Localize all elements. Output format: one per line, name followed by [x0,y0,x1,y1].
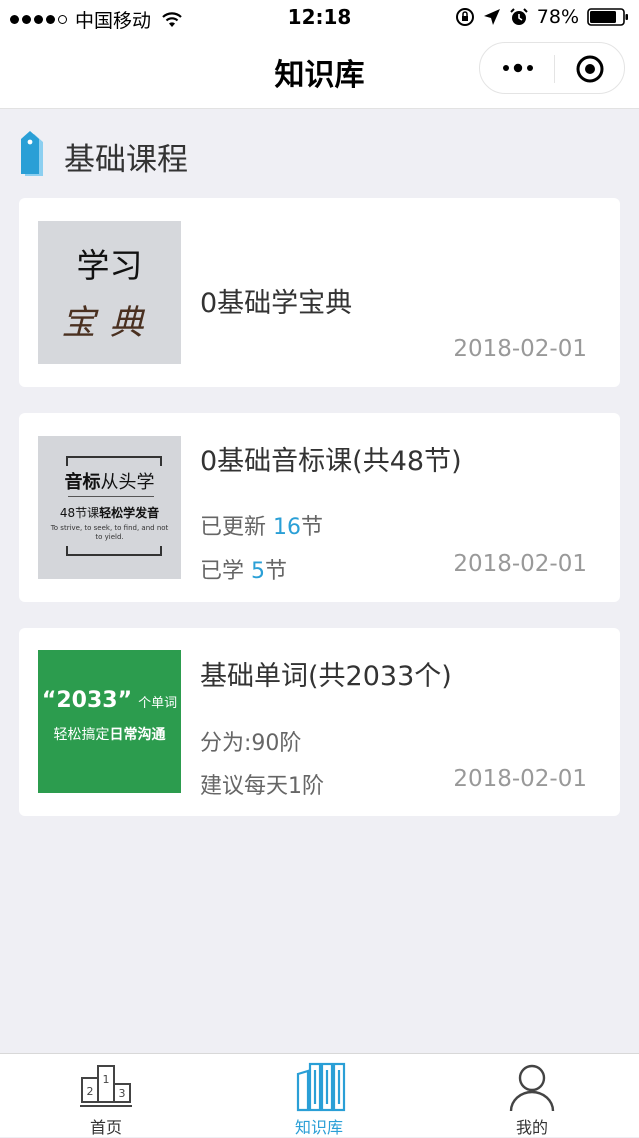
status-bar: 中国移动 12:18 78% [0,0,639,36]
tab-knowledge[interactable]: 知识库 [259,1054,379,1137]
course-title: 0基础音标课(共48节) [200,446,462,477]
orientation-lock-icon [455,8,474,26]
course-date: 2018-02-01 [453,551,587,577]
svg-text:3: 3 [119,1087,126,1100]
tab-bar: 2 1 3 首页 知识库 我的 [0,1053,639,1137]
course-date: 2018-02-01 [453,766,587,792]
more-dots-icon[interactable] [500,59,536,77]
course-thumbnail: 学习 宝典 [38,221,181,364]
tag-icon [21,131,43,176]
thumb-text: 学习 [76,246,143,285]
course-title: 基础单词(共2033个) [200,661,452,692]
course-title: 0基础学宝典 [200,288,353,319]
course-thumbnail: 音标从头学 48节课轻松学发音 To strive, to seek, to f… [38,436,181,579]
battery-percent: 78% [536,6,579,28]
course-card[interactable]: 学习 宝典 0基础学宝典 2018-02-01 [19,198,620,387]
location-arrow-icon [483,9,500,25]
course-suggestion: 建议每天1阶 [200,774,324,799]
tab-mine[interactable]: 我的 [472,1054,592,1137]
podium-icon: 2 1 3 [80,1065,132,1107]
thumb-text: To strive, to seek, to find, and not to … [50,524,169,541]
tab-home[interactable]: 2 1 3 首页 [46,1054,166,1137]
thumb-text: 轻松搞定日常沟通 [53,727,166,743]
mini-program-capsule [479,42,625,94]
thumb-text: 宝典 [61,303,158,343]
section-header: 基础课程 [18,128,188,184]
tab-label: 首页 [89,1118,122,1137]
thumb-frame [66,546,162,556]
course-card[interactable]: 音标从头学 48节课轻松学发音 To strive, to seek, to f… [19,413,620,602]
thumb-rule [68,496,154,497]
course-thumbnail: “2033” 个单词 轻松搞定日常沟通 [38,650,181,793]
course-learned: 已学 5节 [200,559,288,584]
course-date: 2018-02-01 [453,336,587,362]
status-right: 78% [455,6,629,28]
svg-text:1: 1 [103,1073,110,1086]
course-updated: 已更新 16节 [200,515,324,540]
course-card[interactable]: “2033” 个单词 轻松搞定日常沟通 基础单词(共2033个) 分为:90阶 建… [19,628,620,816]
section-title: 基础课程 [64,141,188,178]
nav-bar: 知识库 [0,36,639,109]
battery-icon [587,8,628,26]
course-levels: 分为:90阶 [200,731,302,756]
thumb-text: 48节课轻松学发音 [59,506,160,520]
books-icon [296,1062,346,1112]
capsule-divider [554,55,555,83]
user-icon [509,1064,555,1112]
alarm-clock-icon [510,8,528,25]
tab-label: 我的 [515,1118,548,1137]
tab-label: 知识库 [294,1118,343,1137]
thumb-text: “2033” 个单词 [41,688,178,713]
thumb-text: 音标从头学 [64,472,155,493]
thumb-frame [66,456,162,466]
svg-text:2: 2 [87,1085,94,1098]
target-circle-icon[interactable] [575,54,605,84]
